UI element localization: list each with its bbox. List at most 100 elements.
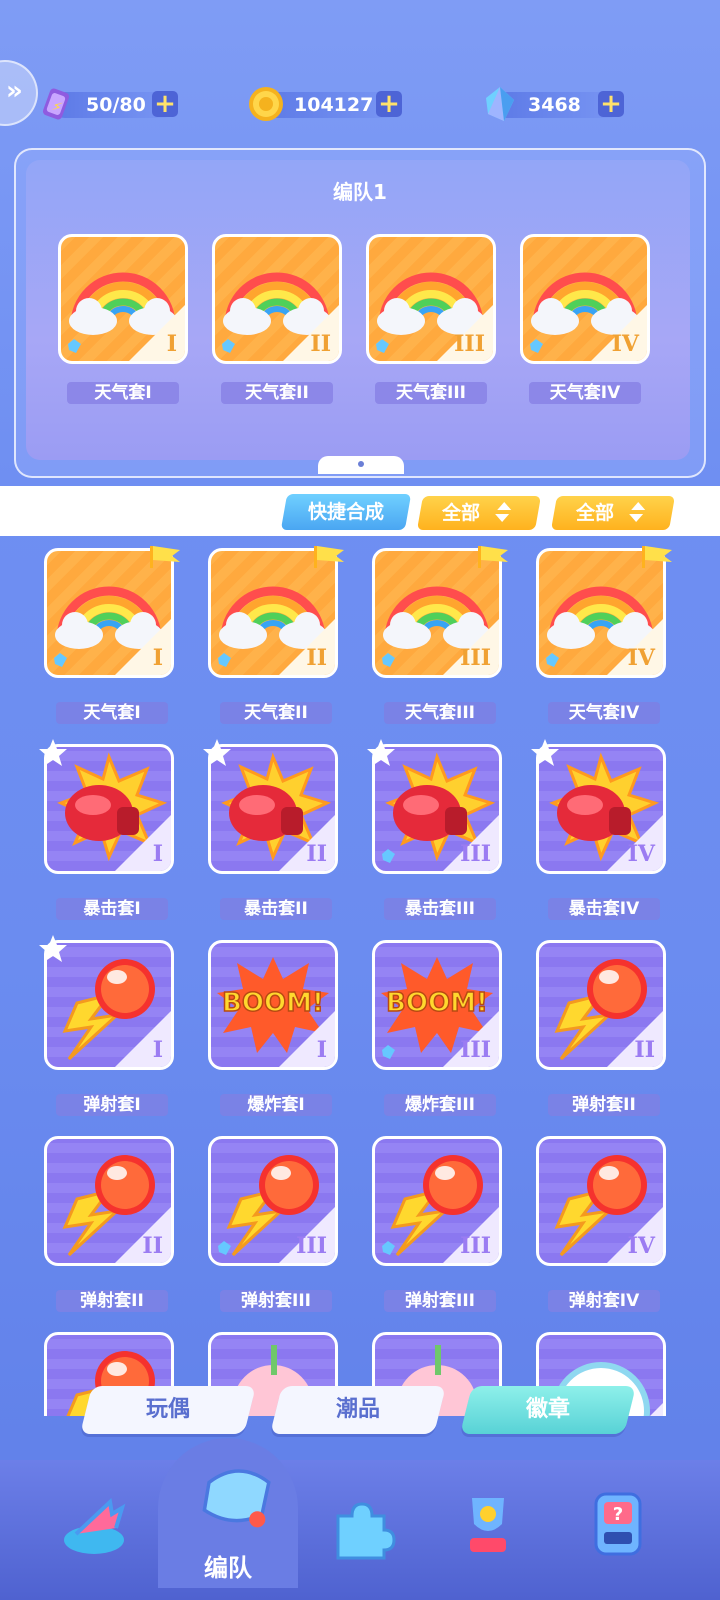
- coin-value: 104127: [294, 94, 374, 116]
- badge-card-ball[interactable]: II: [536, 940, 666, 1070]
- page-indicator: [318, 456, 404, 474]
- add-coin-button[interactable]: +: [376, 91, 402, 117]
- tier-label: I: [316, 1037, 327, 1063]
- tier-label: I: [152, 645, 163, 671]
- flag-icon: [150, 546, 180, 568]
- flag-icon: [478, 546, 508, 568]
- quick-merge-label: 快捷合成: [307, 501, 384, 523]
- add-gem-button[interactable]: +: [598, 91, 624, 117]
- tier-label: I: [152, 1037, 163, 1063]
- gem-icon: [222, 339, 235, 353]
- badge-label: 暴击套III: [384, 898, 496, 920]
- badge-grid: I 天气套I II 天气套II III 天气套III IV 天气套IV I 暴击套I II…: [0, 536, 720, 1416]
- badge-card-boom[interactable]: BOOM! I: [208, 940, 338, 1070]
- tier-label: III: [454, 331, 485, 357]
- gem-display: 3468 +: [486, 87, 624, 121]
- double-chevron-icon: »: [6, 76, 23, 106]
- tier-label: IV: [627, 1233, 655, 1259]
- tier-label: III: [296, 1233, 327, 1259]
- tab-0[interactable]: 玩偶: [80, 1386, 256, 1434]
- back-button[interactable]: »: [0, 60, 38, 126]
- gem-icon: [218, 1241, 231, 1255]
- gem-icon: [54, 653, 67, 667]
- gem-icon: [68, 339, 81, 353]
- team-panel: 编队1 I 天气套I II 天气套II III 天气套III IV 天气套IV: [14, 148, 706, 478]
- filter-dropdown-2[interactable]: 全部: [551, 496, 675, 530]
- badge-card-ball[interactable]: IV: [536, 1136, 666, 1266]
- badge-label: 爆炸套I: [220, 1094, 332, 1116]
- gem-icon: [376, 339, 389, 353]
- badge-card-rainbow[interactable]: II: [212, 234, 342, 364]
- tier-label: I: [152, 841, 163, 867]
- badge-card-rainbow[interactable]: III: [366, 234, 496, 364]
- home-arrow-icon[interactable]: [54, 1484, 134, 1564]
- crystal-icon: [486, 87, 514, 121]
- badge-label: 弹射套I: [56, 1094, 168, 1116]
- badge-card-boom[interactable]: BOOM! III: [372, 940, 502, 1070]
- star-icon: [39, 739, 67, 766]
- badge-label: 天气套II: [220, 702, 332, 724]
- tier-label: III: [460, 645, 491, 671]
- badge-card-rainbow[interactable]: I: [58, 234, 188, 364]
- gem-icon: [218, 653, 231, 667]
- tier-label: IV: [627, 645, 655, 671]
- badge-card-ball[interactable]: III: [208, 1136, 338, 1266]
- tab-1[interactable]: 潮品: [270, 1386, 446, 1434]
- badge-label: 弹射套II: [56, 1290, 168, 1312]
- coin-icon: [249, 87, 283, 121]
- tier-label: II: [310, 331, 331, 357]
- badge-card-ball[interactable]: II: [44, 1136, 174, 1266]
- team-title: 编队1: [333, 180, 387, 204]
- quick-merge-button[interactable]: 快捷合成: [280, 494, 412, 530]
- badge-label: 天气套IV: [548, 702, 660, 724]
- ticket-icon: ⚡: [42, 88, 70, 120]
- tab-label: 潮品: [335, 1397, 380, 1422]
- tier-label: IV: [627, 841, 655, 867]
- flag-icon: [642, 546, 672, 568]
- filter-1-label: 全部: [442, 502, 481, 524]
- stamina-display: ⚡ 50/80 +: [42, 88, 178, 120]
- star-icon: [367, 739, 395, 766]
- sort-down-icon: [629, 514, 644, 522]
- tab-label: 徽章: [525, 1397, 570, 1422]
- trophy-icon[interactable]: [448, 1484, 528, 1564]
- badge-label: 天气套III: [384, 702, 496, 724]
- badge-label: 弹射套IV: [548, 1290, 660, 1312]
- sort-down-icon: [495, 514, 510, 522]
- gem-icon: [382, 653, 395, 667]
- badge-label: 弹射套III: [220, 1290, 332, 1312]
- tab-label: 玩偶: [145, 1397, 190, 1422]
- stamina-value: 50/80: [86, 94, 146, 116]
- tier-label: III: [460, 1037, 491, 1063]
- badge-card-rainbow[interactable]: IV: [520, 234, 650, 364]
- team-slot-label: 天气套III: [375, 382, 487, 404]
- star-icon: [203, 739, 231, 766]
- coin-display: 104127 +: [249, 87, 402, 121]
- filter-dropdown-1[interactable]: 全部: [417, 496, 541, 530]
- gem-icon: [530, 339, 543, 353]
- tier-label: II: [306, 645, 327, 671]
- flag-icon: [314, 546, 344, 568]
- tier-label: II: [142, 1233, 163, 1259]
- star-icon: [39, 935, 67, 962]
- tier-label: III: [460, 841, 491, 867]
- tier-label: II: [306, 841, 327, 867]
- page-dot: [358, 461, 364, 467]
- sort-up-icon: [631, 502, 646, 510]
- tier-label: IV: [611, 331, 639, 357]
- gem-icon: [382, 1241, 395, 1255]
- mystery-machine-icon[interactable]: ?: [578, 1482, 658, 1562]
- nav-active-label: 编队: [204, 1554, 252, 1582]
- whistle-icon[interactable]: [186, 1448, 278, 1540]
- add-stamina-button[interactable]: +: [152, 91, 178, 117]
- badge-card-ball[interactable]: III: [372, 1136, 502, 1266]
- tier-label: II: [634, 1037, 655, 1063]
- star-icon: [531, 739, 559, 766]
- puzzle-icon[interactable]: [318, 1486, 398, 1566]
- gem-icon: [382, 1045, 395, 1059]
- tab-2[interactable]: 徽章: [460, 1386, 636, 1434]
- badge-label: 暴击套IV: [548, 898, 660, 920]
- badge-label: 弹射套II: [548, 1094, 660, 1116]
- team-slot-label: 天气套II: [221, 382, 333, 404]
- tier-label: III: [460, 1233, 491, 1259]
